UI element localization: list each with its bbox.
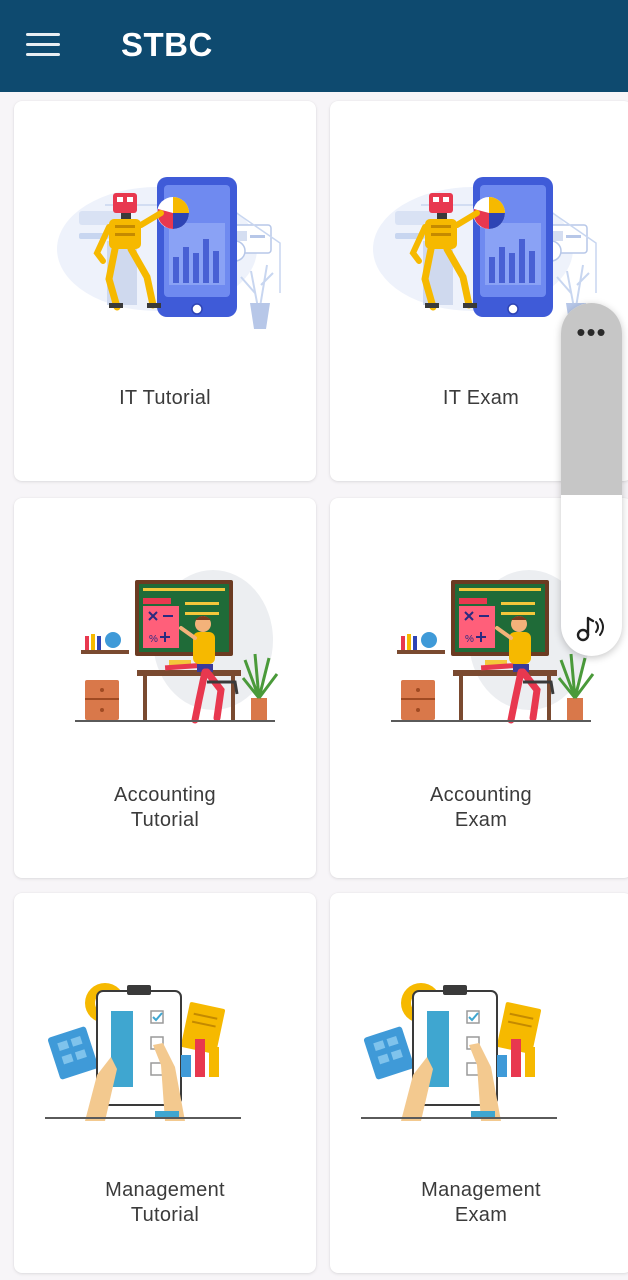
- card-label: Management Exam: [421, 1179, 541, 1226]
- app-bar: STBC: [0, 0, 628, 92]
- management-checklist-illustration: [45, 945, 285, 1121]
- sound-wave-icon[interactable]: [574, 610, 608, 644]
- floating-side-panel[interactable]: •••: [561, 303, 622, 656]
- accounting-classroom-illustration: [45, 550, 285, 726]
- management-checklist-illustration: [361, 945, 601, 1121]
- robot-phone-illustration: [45, 153, 285, 329]
- card-label: Accounting Exam: [430, 784, 532, 831]
- card-management-tutorial[interactable]: Management Tutorial: [14, 893, 316, 1273]
- card-label: IT Tutorial: [119, 387, 211, 409]
- card-it-tutorial[interactable]: IT Tutorial: [14, 101, 316, 481]
- card-label: Management Tutorial: [105, 1179, 225, 1226]
- card-accounting-tutorial[interactable]: Accounting Tutorial: [14, 498, 316, 878]
- course-grid: IT Tutorial IT Exam Accounting Tutorial …: [0, 92, 628, 1280]
- app-title: STBC: [121, 26, 213, 63]
- card-label: Accounting Tutorial: [114, 784, 216, 831]
- card-management-exam[interactable]: Management Exam: [330, 893, 628, 1273]
- more-options-icon[interactable]: •••: [561, 319, 622, 345]
- menu-icon[interactable]: [26, 30, 66, 62]
